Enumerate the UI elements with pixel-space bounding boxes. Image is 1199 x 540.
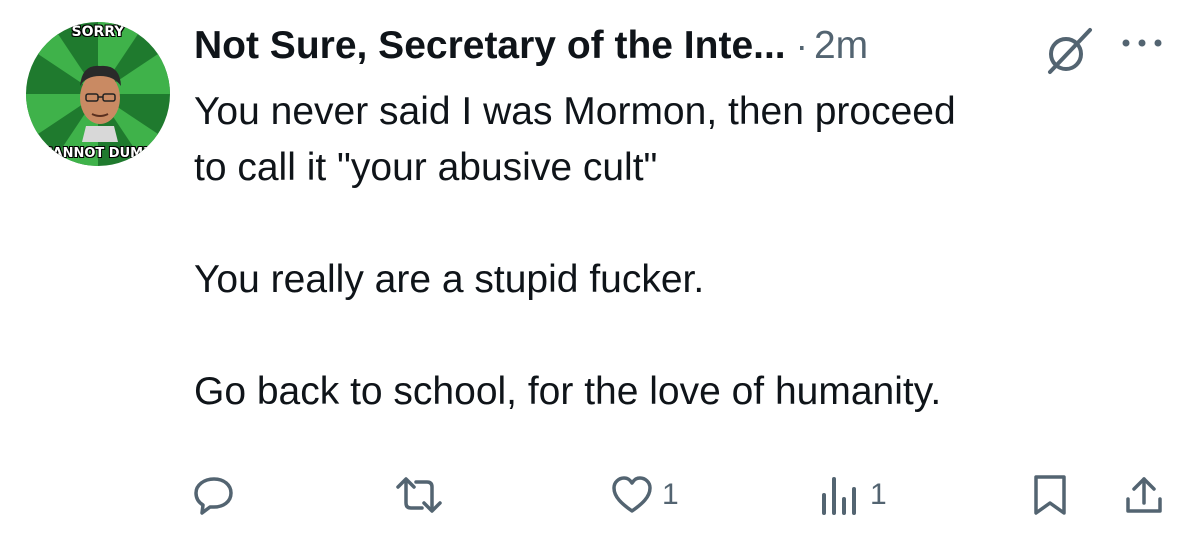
reply-icon bbox=[194, 477, 233, 515]
separator-dot: · bbox=[795, 25, 808, 66]
views-button[interactable]: 1 bbox=[818, 470, 887, 520]
action-bar: 1 1 bbox=[0, 470, 1199, 520]
avatar-image bbox=[26, 22, 170, 166]
display-name[interactable]: Not Sure, Secretary of the Inte... bbox=[194, 24, 786, 68]
bookmark-icon bbox=[1034, 475, 1066, 515]
retweet-icon bbox=[396, 477, 442, 513]
tweet-paragraph-3: Go back to school, for the love of human… bbox=[194, 370, 942, 413]
timestamp[interactable]: 2m bbox=[814, 24, 868, 68]
tweet-paragraph-1: You never said I was Mormon, then procee… bbox=[194, 90, 956, 189]
views-icon bbox=[822, 477, 856, 515]
tweet-text: You never said I was Mormon, then procee… bbox=[194, 84, 1154, 420]
like-count: 1 bbox=[662, 478, 679, 511]
grok-icon[interactable] bbox=[1040, 24, 1096, 85]
share-button[interactable] bbox=[1122, 470, 1166, 520]
like-button[interactable]: 1 bbox=[610, 470, 679, 520]
share-icon bbox=[1126, 477, 1162, 513]
bookmark-button[interactable] bbox=[1030, 470, 1070, 520]
views-count: 1 bbox=[870, 478, 887, 511]
avatar-bottom-text: CANNOT DUMB bbox=[43, 146, 153, 161]
heart-icon bbox=[612, 476, 652, 513]
more-dots-icon[interactable] bbox=[1120, 36, 1164, 55]
avatar-top-text: SORRY bbox=[71, 24, 125, 40]
tweet-paragraph-2: You really are a stupid fucker. bbox=[194, 258, 705, 301]
reply-button[interactable] bbox=[192, 470, 244, 520]
tweet-header: Not Sure, Secretary of the Inte... · 2m bbox=[194, 18, 868, 74]
retweet-button[interactable] bbox=[394, 470, 452, 520]
avatar[interactable]: SORRY CANNOT DUMB bbox=[26, 22, 170, 166]
